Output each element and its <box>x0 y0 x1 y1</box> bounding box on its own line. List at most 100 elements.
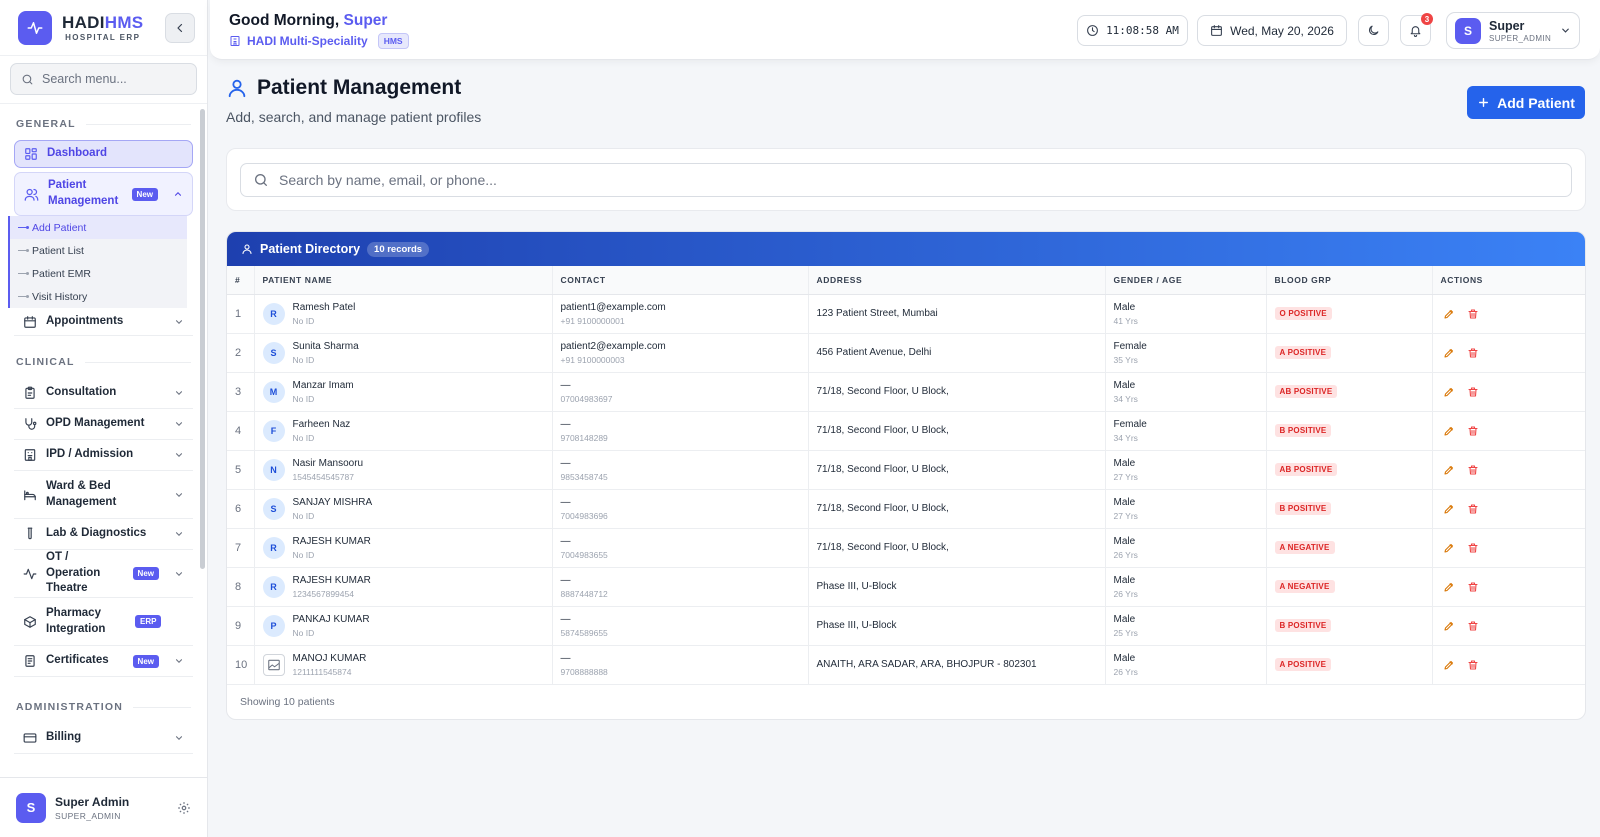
edit-icon[interactable] <box>1443 425 1455 437</box>
search-card: Search by name, email, or phone... <box>226 148 1586 211</box>
table-row[interactable]: 7 R RAJESH KUMAR No ID — 7004983655 71/18, Sec… <box>227 528 1585 568</box>
table-row[interactable]: 4 F Farheen Naz No ID — 9708148289 71/18, Seco… <box>227 411 1585 451</box>
patient-email: — <box>560 457 571 469</box>
patient-age: 34 Yrs <box>1113 393 1138 404</box>
patient-age: 26 Yrs <box>1113 588 1138 599</box>
sidebar-item-opd-management[interactable]: OPD Management <box>14 409 193 440</box>
edit-icon[interactable] <box>1443 347 1455 359</box>
sidebar-item-pharmacy[interactable]: Pharmacy Integration ERP <box>14 598 193 646</box>
table-row[interactable]: 8 R RAJESH KUMAR 1234567899454 — 8887448712 Ph… <box>227 567 1585 607</box>
patient-name-cell: MANOJ KUMAR 1211111545874 <box>254 645 553 685</box>
sidebar-item-patient-management[interactable]: Patient Management New <box>14 172 193 216</box>
patient-search-input[interactable]: Search by name, email, or phone... <box>240 163 1572 197</box>
gender-age-cell: Male 26 Yrs <box>1105 645 1267 685</box>
address-cell: Phase III, U-Block <box>808 567 1106 607</box>
edit-icon[interactable] <box>1443 503 1455 515</box>
patient-gender: Female <box>1113 340 1147 352</box>
submenu-patient-list[interactable]: Patient List <box>10 239 187 262</box>
table-row[interactable]: 2 S Sunita Sharma No ID patient2@example.com… <box>227 333 1585 373</box>
trash-icon[interactable] <box>1467 347 1479 359</box>
patient-id: No ID <box>292 627 315 638</box>
patient-email: — <box>560 496 571 508</box>
patient-id: No ID <box>292 354 315 365</box>
trash-icon[interactable] <box>1467 581 1479 593</box>
patient-phone: 9708888888 <box>560 666 608 677</box>
sidebar-search-input[interactable]: Search menu... <box>10 63 197 95</box>
trash-icon[interactable] <box>1467 308 1479 320</box>
new-badge: New <box>132 567 159 580</box>
row-number: 5 <box>227 450 255 490</box>
trash-icon[interactable] <box>1467 659 1479 671</box>
table-row[interactable]: 10 MANOJ KUMAR 1211111545874 — 9708888888 ANA… <box>227 645 1585 685</box>
patient-avatar: R <box>262 302 285 325</box>
edit-icon[interactable] <box>1443 659 1455 671</box>
patient-address: 71/18, Second Floor, U Block, <box>816 386 949 397</box>
sidebar-item-ward-bed[interactable]: Ward & Bed Management <box>14 471 193 519</box>
directory-title: Patient Directory <box>260 242 361 256</box>
gear-icon[interactable] <box>177 801 191 815</box>
table-row[interactable]: 6 S SANJAY MISHRA No ID — 7004983696 71/18, Se… <box>227 489 1585 529</box>
patient-name: Sunita Sharma <box>292 340 359 352</box>
submenu-label: Add Patient <box>32 221 87 234</box>
contact-cell: — 8887448712 <box>552 567 809 607</box>
submenu-visit-history[interactable]: Visit History <box>10 285 187 308</box>
sidebar-item-ot[interactable]: OT / Operation Theatre New <box>14 550 193 598</box>
bed-icon <box>24 489 36 500</box>
blood-group-cell: A POSITIVE <box>1266 645 1433 685</box>
blood-group-cell: O POSITIVE <box>1266 294 1433 334</box>
sidebar-item-ipd-admission[interactable]: IPD / Admission <box>14 440 193 471</box>
add-patient-button[interactable]: Add Patient <box>1467 86 1585 119</box>
collapse-sidebar-button[interactable] <box>165 12 195 43</box>
contact-cell: patient2@example.com +91 9100000003 <box>552 333 809 373</box>
user-name: Super <box>1489 18 1525 33</box>
table-row[interactable]: 1 R Ramesh Patel No ID patient1@example.com +… <box>227 294 1585 334</box>
edit-icon[interactable] <box>1443 620 1455 632</box>
sidebar-user[interactable]: S Super Admin SUPER_ADMIN <box>0 777 207 837</box>
patient-email: — <box>560 535 571 547</box>
edit-icon[interactable] <box>1443 308 1455 320</box>
patient-avatar: F <box>262 419 285 442</box>
patient-id: No ID <box>292 315 315 326</box>
patient-name: Ramesh Patel <box>292 301 356 313</box>
patient-email: patient1@example.com <box>560 301 666 313</box>
brand-name-part2: HMS <box>104 12 144 32</box>
submenu-label: Visit History <box>32 290 88 303</box>
sidebar-item-consultation[interactable]: Consultation <box>14 378 193 409</box>
avatar: S <box>1455 17 1481 44</box>
trash-icon[interactable] <box>1467 542 1479 554</box>
sidebar-item-label: OT / Operation Theatre <box>46 551 101 595</box>
sidebar-item-billing[interactable]: Billing <box>14 723 193 754</box>
edit-icon[interactable] <box>1443 386 1455 398</box>
table-row[interactable]: 9 P PANKAJ KUMAR No ID — 5874589655 Phase III,… <box>227 606 1585 646</box>
trash-icon[interactable] <box>1467 503 1479 515</box>
row-number: 7 <box>227 528 255 568</box>
address-cell: 71/18, Second Floor, U Block, <box>808 489 1106 529</box>
edit-icon[interactable] <box>1443 581 1455 593</box>
submenu-patient-emr[interactable]: Patient EMR <box>10 262 187 285</box>
sidebar-nav[interactable]: GENERAL Dashboard Patient Management New… <box>0 103 207 777</box>
notifications-button[interactable]: 3 <box>1400 13 1433 46</box>
actions-cell <box>1432 567 1585 607</box>
row-number: 2 <box>227 333 255 373</box>
blood-group-cell: AB POSITIVE <box>1266 372 1433 412</box>
patient-gender: Female <box>1113 418 1147 430</box>
patient-phone: +91 9100000003 <box>560 354 625 365</box>
submenu-add-patient[interactable]: Add Patient <box>10 216 187 239</box>
trash-icon[interactable] <box>1467 620 1479 632</box>
sidebar-item-lab-diagnostics[interactable]: Lab & Diagnostics <box>14 519 193 550</box>
gender-age-cell: Male 41 Yrs <box>1105 294 1267 334</box>
table-row[interactable]: 3 M Manzar Imam No ID — 07004983697 71/18, Sec… <box>227 372 1585 412</box>
user-menu-button[interactable]: S Super SUPER_ADMIN <box>1446 12 1580 49</box>
patient-avatar: R <box>262 575 285 598</box>
trash-icon[interactable] <box>1467 425 1479 437</box>
theme-toggle-button[interactable] <box>1358 15 1389 46</box>
edit-icon[interactable] <box>1443 542 1455 554</box>
clock-display: 11:08:58 AM <box>1077 15 1188 46</box>
trash-icon[interactable] <box>1467 386 1479 398</box>
trash-icon[interactable] <box>1467 464 1479 476</box>
sidebar-item-appointments[interactable]: Appointments <box>14 308 193 336</box>
sidebar-item-dashboard[interactable]: Dashboard <box>14 140 193 168</box>
edit-icon[interactable] <box>1443 464 1455 476</box>
sidebar-item-certificates[interactable]: Certificates New <box>14 646 193 677</box>
table-row[interactable]: 5 N Nasir Mansooru 1545454545787 — 9853458745… <box>227 450 1585 490</box>
